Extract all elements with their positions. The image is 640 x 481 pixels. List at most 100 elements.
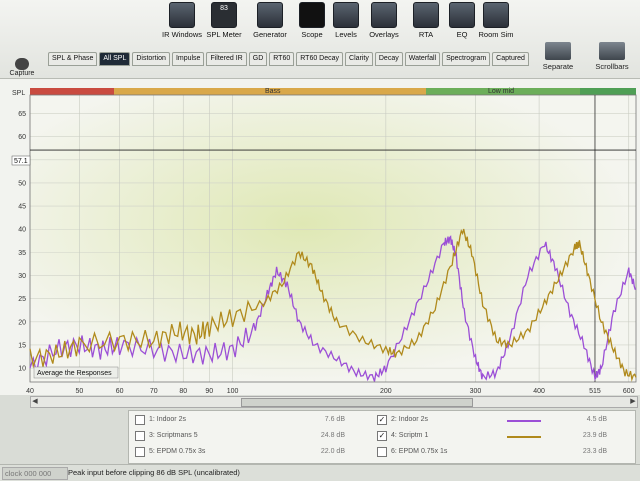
spl-meter-button[interactable]: 83 SPL Meter [198, 2, 250, 39]
tab-captured[interactable]: Captured [492, 52, 529, 66]
horizontal-scrollbar[interactable]: ◀ ▶ [30, 396, 638, 408]
tool-label: Overlays [369, 30, 399, 39]
legend-value: 23.9 dB [582, 432, 607, 439]
tab-gd[interactable]: GD [248, 52, 268, 66]
tab-distortion[interactable]: Distortion [132, 52, 170, 66]
spl-chart[interactable]: Bass Low mid SPL 10152025303540455055606… [0, 79, 640, 395]
y-tick-label: 65 [18, 111, 26, 118]
tab-rt60[interactable]: RT60 [269, 52, 295, 66]
status-message: Peak input before clipping 86 dB SPL (un… [68, 468, 240, 477]
band-label-low-mid: Low mid [488, 88, 514, 95]
scrollbars-label: Scrollbars [595, 62, 629, 71]
legend-row[interactable]: 5: EPDM 0.75x 3s 22.0 dB [135, 445, 345, 459]
average-responses-label: Average the Responses [37, 370, 112, 377]
legend-value: 24.8 dB [320, 432, 345, 439]
room-sim-button[interactable]: Room Sim [470, 2, 522, 39]
y-tick-label: 25 [18, 296, 26, 303]
tab-decay[interactable]: Decay [374, 52, 403, 66]
tab-filtered-ir[interactable]: Filtered IR [206, 52, 247, 66]
x-tick-label: 60 [116, 388, 124, 395]
legend-row[interactable]: ✓ 4: Scriptm 1 23.9 dB [377, 429, 607, 443]
legend-checkbox[interactable] [135, 431, 145, 441]
capture-label: Capture [9, 70, 35, 77]
band-bar-green [580, 88, 636, 95]
scroll-right-icon[interactable]: ▶ [629, 397, 637, 406]
main-toolbar: IR Windows 83 SPL Meter Generator Scope L… [0, 0, 640, 79]
x-tick-label: 40 [26, 388, 34, 395]
tab-spectrogram[interactable]: Spectrogram [442, 52, 491, 66]
legend-checkbox[interactable]: ✓ [377, 415, 387, 425]
tool-label: Levels [335, 30, 357, 39]
plot-background [30, 95, 636, 382]
y-tick-label: 60 [18, 134, 26, 141]
separate-label: Separate [542, 62, 574, 71]
y-unit-label: SPL [12, 90, 25, 97]
ir-windows-icon [169, 2, 195, 28]
legend-swatch-purple [507, 420, 541, 422]
tab-clarity[interactable]: Clarity [345, 52, 373, 66]
tool-label: Generator [253, 30, 287, 39]
scrollbars-icon [599, 42, 625, 60]
legend-name: 2: Indoor 2s [391, 416, 428, 423]
spl-meter-icon: 83 [211, 2, 237, 28]
legend-name: 6: EPDM 0.75x 1s [391, 448, 448, 455]
x-tick-label: 80 [179, 388, 187, 395]
separate-icon [545, 42, 571, 60]
legend-value: 7.6 dB [324, 416, 345, 423]
y-tick-label: 10 [18, 366, 26, 373]
x-tick-label: 600 [623, 388, 635, 395]
x-tick-label: 300 [470, 388, 482, 395]
overlays-icon [371, 2, 397, 28]
legend-checkbox[interactable] [135, 415, 145, 425]
legend-name: 1: Indoor 2s [149, 416, 186, 423]
generator-icon [257, 2, 283, 28]
tool-label: SPL Meter [206, 30, 242, 39]
spl-meter-badge: 83 [220, 5, 228, 12]
x-tick-labels: 40 50 60 70 80 90 100 200 300 400 515 600 [26, 388, 635, 395]
legend-panel: 1: Indoor 2s 7.6 dB 3: Scriptmans 5 24.8 d… [128, 410, 636, 464]
scroll-thumb[interactable] [241, 398, 473, 407]
y-tick-label: 50 [18, 180, 26, 187]
y-tick-label: 40 [18, 227, 26, 234]
legend-row[interactable]: ✓ 2: Indoor 2s 4.5 dB [377, 413, 607, 427]
x-tick-label: 515 [589, 388, 601, 395]
legend-swatch-gold [507, 436, 541, 438]
x-tick-label: 90 [205, 388, 213, 395]
tab-rt60-decay[interactable]: RT60 Decay [296, 52, 344, 66]
capture-button[interactable]: Capture [6, 58, 38, 77]
legend-row[interactable]: 3: Scriptmans 5 24.8 dB [135, 429, 345, 443]
x-tick-label: 50 [75, 388, 83, 395]
legend-checkbox[interactable]: ✓ [377, 431, 387, 441]
legend-row[interactable]: 6: EPDM 0.75x 1s 23.3 dB [377, 445, 607, 459]
legend-name: 4: Scriptm 1 [391, 432, 429, 439]
x-tick-label: 400 [533, 388, 545, 395]
legend-row[interactable]: 1: Indoor 2s 7.6 dB [135, 413, 345, 427]
legend-name: 3: Scriptmans 5 [149, 432, 198, 439]
graph-area[interactable]: Bass Low mid SPL 10152025303540455055606… [0, 79, 640, 395]
status-left-field: clock 000 000 [2, 467, 68, 480]
tool-label: Room Sim [478, 30, 514, 39]
separate-button[interactable]: Separate [532, 42, 584, 71]
cursor-readout: 57.1 [14, 158, 28, 165]
legend-checkbox[interactable] [377, 447, 387, 457]
legend-value: 23.3 dB [582, 448, 607, 455]
camera-icon [15, 58, 29, 70]
legend-checkbox[interactable] [135, 447, 145, 457]
band-bar-red [30, 88, 114, 95]
tab-waterfall[interactable]: Waterfall [404, 52, 441, 66]
graph-tabs: SPL & Phase All SPL Distortion Impulse F… [48, 52, 529, 66]
levels-icon [333, 2, 359, 28]
x-tick-label: 100 [227, 388, 239, 395]
y-tick-label: 20 [18, 319, 26, 326]
tab-impulse[interactable]: Impulse [171, 52, 205, 66]
y-tick-label: 35 [18, 250, 26, 257]
scrollbars-button[interactable]: Scrollbars [586, 42, 638, 71]
legend-value: 4.5 dB [586, 416, 607, 423]
tab-all-spl[interactable]: All SPL [99, 52, 131, 66]
legend-value: 22.0 dB [320, 448, 345, 455]
legend-name: 5: EPDM 0.75x 3s [149, 448, 206, 455]
tab-spl-phase[interactable]: SPL & Phase [48, 52, 98, 66]
y-tick-label: 30 [18, 273, 26, 280]
x-tick-label: 200 [380, 388, 392, 395]
scroll-left-icon[interactable]: ◀ [31, 397, 39, 406]
